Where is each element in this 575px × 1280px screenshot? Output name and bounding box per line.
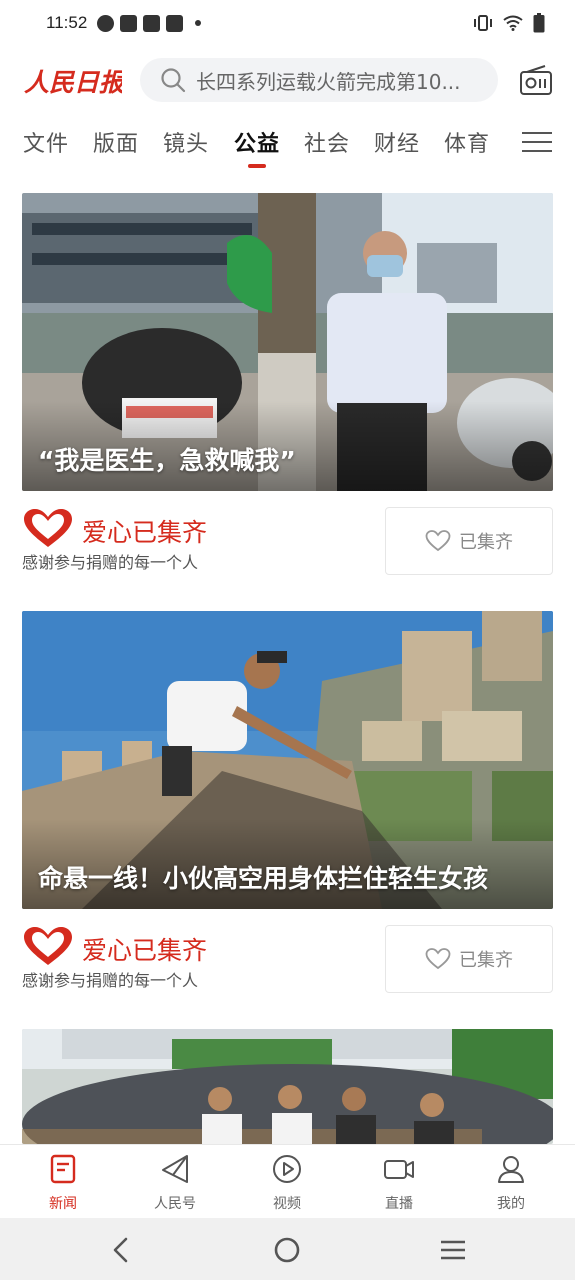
person-icon (498, 1156, 524, 1183)
notification-icon (166, 14, 184, 32)
back-icon[interactable] (106, 1234, 138, 1266)
nav-live[interactable]: 直播 (359, 1153, 439, 1213)
donation-complete-button[interactable]: 已集齐 (385, 507, 553, 575)
status-time: 11:52 (46, 13, 88, 32)
tab-layout[interactable]: 版面 (93, 126, 139, 158)
bottom-navigation: 新闻 人民号 视频 直播 我的 (0, 1144, 575, 1218)
donation-status-title: 爱心已集齐 (82, 518, 208, 547)
card-photo (22, 1029, 553, 1144)
tab-files[interactable]: 文件 (23, 126, 69, 158)
nav-label: 新闻 (49, 1196, 77, 1212)
system-navigation-bar (0, 1218, 575, 1280)
charity-heart-icon (24, 509, 72, 547)
donation-thanks-text: 感谢参与捐赠的每一个人 (22, 553, 199, 572)
top-header: 人民日报 长四系列运载火箭完成第10... (0, 56, 575, 104)
donation-thanks-text: 感谢参与捐赠的每一个人 (22, 971, 199, 990)
active-tab-indicator (248, 164, 266, 168)
charity-heart-icon (24, 927, 72, 965)
dot-icon (195, 20, 202, 26)
vibrate-icon (474, 15, 492, 31)
tab-lens[interactable]: 镜头 (163, 126, 209, 158)
heart-outline-icon (425, 948, 451, 970)
donation-complete-button[interactable]: 已集齐 (385, 925, 553, 993)
recents-icon[interactable] (437, 1234, 469, 1266)
card-image[interactable]: 命悬一线！小伙高空用身体拦住轻生女孩 (22, 611, 553, 909)
search-placeholder: 长四系列运载火箭完成第10... (196, 69, 461, 94)
donation-row: 爱心已集齐 感谢参与捐赠的每一个人 已集齐 (22, 925, 553, 993)
peoples-daily-logo[interactable]: 人民日报 (22, 60, 122, 100)
camera-icon (384, 1160, 414, 1179)
nav-label: 人民号 (154, 1196, 196, 1212)
donation-button-label: 已集齐 (459, 532, 513, 553)
status-system-icons (473, 13, 545, 33)
battery-icon (533, 13, 545, 33)
card-caption: “我是医生，急救喊我” (38, 446, 296, 475)
nav-news[interactable]: 新闻 (23, 1153, 103, 1213)
nav-label: 直播 (385, 1196, 413, 1212)
nav-label: 我的 (497, 1196, 525, 1212)
news-icon (50, 1154, 76, 1184)
nav-mine[interactable]: 我的 (471, 1153, 551, 1213)
nav-video[interactable]: 视频 (247, 1153, 327, 1213)
card-image[interactable] (22, 1029, 553, 1144)
location-icon (97, 14, 115, 32)
wifi-icon (503, 15, 523, 31)
tab-sports[interactable]: 体育 (444, 126, 490, 158)
channel-menu-icon[interactable] (522, 132, 552, 154)
nav-label: 视频 (273, 1196, 301, 1212)
logo-text: 人民日报 (24, 68, 122, 97)
paper-plane-icon (162, 1155, 188, 1183)
card-caption: 命悬一线！小伙高空用身体拦住轻生女孩 (38, 864, 489, 893)
search-icon (161, 68, 186, 93)
tab-society[interactable]: 社会 (304, 126, 350, 158)
status-notifications (97, 14, 202, 32)
heart-outline-icon (425, 530, 451, 552)
channel-tabs: 文件 版面 镜头 公益 社会 财经 体育 (0, 120, 575, 170)
tab-public-welfare[interactable]: 公益 (234, 126, 280, 158)
donation-row: 爱心已集齐 感谢参与捐赠的每一个人 已集齐 (22, 507, 553, 575)
notification-icon (120, 14, 138, 32)
nav-peoples-account[interactable]: 人民号 (135, 1153, 215, 1213)
notification-icon (143, 14, 161, 32)
status-bar: 11:52 (0, 0, 575, 46)
search-bar[interactable]: 长四系列运载火箭完成第10... (140, 58, 498, 102)
radio-icon[interactable] (519, 64, 553, 96)
play-icon (273, 1155, 301, 1183)
donation-status-title: 爱心已集齐 (82, 936, 208, 965)
home-icon[interactable] (271, 1234, 303, 1266)
tab-finance[interactable]: 财经 (374, 126, 420, 158)
donation-button-label: 已集齐 (459, 950, 513, 971)
card-image[interactable]: “我是医生，急救喊我” (22, 193, 553, 491)
